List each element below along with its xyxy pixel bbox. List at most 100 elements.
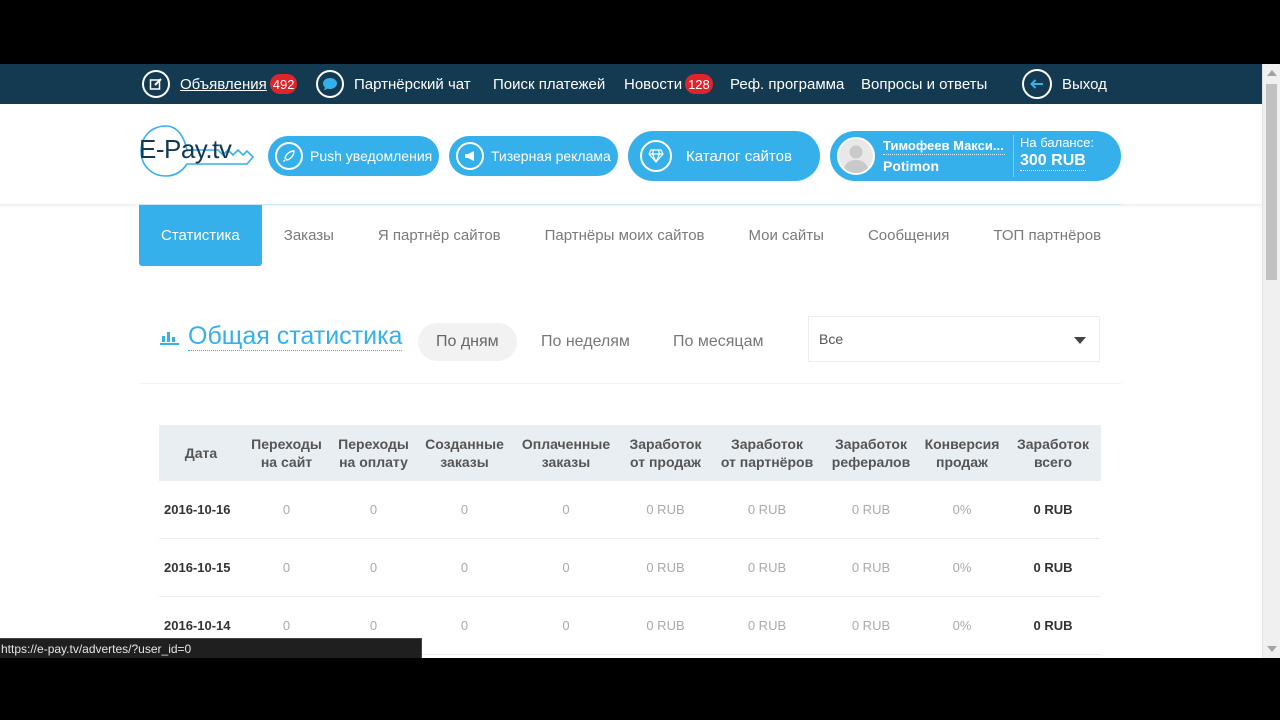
date-cell: 2016-10-15 <box>159 538 243 597</box>
main-tabs: Статистика Заказы Я партнёр сайтов Партн… <box>139 205 1123 266</box>
browser-status-bar: https://e-pay.tv/advertes/?user_id=0 <box>0 638 422 658</box>
value-cell: 0% <box>919 481 1005 539</box>
user-name[interactable]: Тимофеев Макси... <box>883 138 1005 155</box>
value-cell: 0 RUB <box>711 596 823 655</box>
bar-chart-icon <box>160 331 179 345</box>
site-filter-value: Все <box>819 331 844 347</box>
value-cell: 0 RUB <box>823 596 919 655</box>
vertical-scrollbar[interactable] <box>1262 64 1280 658</box>
value-cell: 0 RUB <box>823 481 919 539</box>
date-cell: 2016-10-16 <box>159 481 243 539</box>
nav-item-payment-search[interactable]: Поиск платежей <box>493 64 605 104</box>
nav-news-label: Новости <box>624 75 683 93</box>
ads-count-badge: 492 <box>269 74 298 94</box>
site-catalog-button[interactable]: Каталог сайтов <box>628 131 820 181</box>
period-by-days[interactable]: По дням <box>418 323 517 361</box>
teaser-ads-button[interactable]: Тизерная реклама <box>449 136 618 176</box>
user-silhouette-icon <box>839 139 873 173</box>
value-cell: 0 <box>243 538 330 597</box>
stats-table: Дата Переходы на сайт Переходы на оплату Созд… <box>159 425 1101 655</box>
value-cell: 0 RUB <box>620 538 711 597</box>
tab-statistics[interactable]: Статистика <box>139 205 262 266</box>
value-cell: 0 <box>417 538 512 597</box>
table-row: 2016-10-15 0 0 0 0 0 RUB 0 RUB 0 RUB 0% 0 RUB <box>159 538 1101 597</box>
megaphone-icon <box>456 142 484 170</box>
column-header: Заработок от продаж <box>620 425 711 481</box>
column-header: Переходы на оплату <box>330 425 417 481</box>
scroll-up-arrow-icon[interactable] <box>1267 70 1277 76</box>
tab-my-site-partners[interactable]: Партнёры моих сайтов <box>523 205 727 266</box>
user-login: Potimon <box>883 158 939 174</box>
avatar <box>837 137 875 175</box>
total-cell: 0 RUB <box>1005 538 1101 597</box>
value-cell: 0 RUB <box>620 596 711 655</box>
column-header-line: заказы <box>440 454 489 470</box>
column-header-line: Заработок <box>835 436 907 452</box>
epay-logo[interactable]: E-Pay.tv <box>139 124 255 178</box>
total-cell: 0 RUB <box>1005 596 1101 655</box>
stats-title[interactable]: Общая статистика <box>188 322 403 351</box>
site-filter-select[interactable]: Все <box>808 316 1100 362</box>
nav-item-ads[interactable]: Объявления 492 <box>142 64 298 104</box>
column-header: Конверсия продаж <box>919 425 1005 481</box>
tab-site-partner[interactable]: Я партнёр сайтов <box>356 205 523 266</box>
balance-block[interactable]: На балансе: 300 RUB <box>1013 135 1094 177</box>
column-header-line: Заработок <box>731 436 803 452</box>
site-catalog-label: Каталог сайтов <box>686 147 792 165</box>
column-header-line: всего <box>1033 454 1073 470</box>
value-cell: 0% <box>919 596 1005 655</box>
top-navigation: Объявления 492 Партнёрский чат Поиск пла… <box>0 64 1262 104</box>
tab-orders[interactable]: Заказы <box>262 205 356 266</box>
column-header-line: продаж <box>936 454 988 470</box>
nav-item-ref-program[interactable]: Реф. программа <box>730 64 844 104</box>
nav-item-logout[interactable]: Выход <box>1022 64 1107 104</box>
value-cell: 0 RUB <box>823 538 919 597</box>
column-header-line: Оплаченные <box>521 436 611 452</box>
nav-item-faq[interactable]: Вопросы и ответы <box>861 64 987 104</box>
push-notifications-button[interactable]: Push уведомления <box>268 136 439 176</box>
column-header-line: Конверсия <box>924 436 1000 452</box>
period-by-weeks[interactable]: По неделям <box>541 323 630 361</box>
teaser-ads-label: Тизерная реклама <box>491 148 611 164</box>
period-by-months[interactable]: По месяцам <box>673 323 763 361</box>
tab-my-sites[interactable]: Мои сайты <box>727 205 846 266</box>
browser-viewport: Объявления 492 Партнёрский чат Поиск пла… <box>0 64 1280 658</box>
section-divider <box>139 383 1121 384</box>
column-header-line: Заработок <box>1017 436 1089 452</box>
nav-item-news[interactable]: Новости 128 <box>624 64 713 104</box>
column-header-line: Заработок <box>629 436 702 452</box>
column-header: Переходы на сайт <box>243 425 330 481</box>
table-header-row: Дата Переходы на сайт Переходы на оплату Созд… <box>159 425 1101 481</box>
logo-text: E-Pay.tv <box>139 134 232 164</box>
logout-arrow-icon <box>1022 69 1052 99</box>
value-cell: 0 RUB <box>711 538 823 597</box>
column-header-line: Дата <box>184 445 218 461</box>
user-profile-block[interactable]: Тимофеев Макси... Potimon На балансе: 30… <box>830 131 1121 181</box>
column-header-line: от продаж <box>630 454 701 470</box>
nav-item-partner-chat[interactable]: Партнёрский чат <box>316 64 471 104</box>
value-cell: 0 <box>417 596 512 655</box>
column-header-line: заказы <box>541 454 591 470</box>
news-count-badge: 128 <box>685 74 713 94</box>
nav-ref-program-label: Реф. программа <box>730 75 845 93</box>
rocket-icon <box>275 142 303 170</box>
tab-messages[interactable]: Сообщения <box>846 205 971 266</box>
value-cell: 0% <box>919 538 1005 597</box>
scroll-down-arrow-icon[interactable] <box>1267 646 1277 652</box>
balance-value: 300 RUB <box>1020 152 1086 171</box>
scrollbar-thumb[interactable] <box>1266 84 1277 280</box>
value-cell: 0 <box>330 481 417 539</box>
nav-ads-label: Объявления <box>180 75 267 93</box>
column-header: Заработок от партнёров <box>711 425 823 481</box>
nav-payment-search-label: Поиск платежей <box>493 75 606 93</box>
status-url: https://e-pay.tv/advertes/?user_id=0 <box>1 642 192 656</box>
nav-faq-label: Вопросы и ответы <box>861 75 988 93</box>
chevron-down-icon <box>1074 337 1086 344</box>
tab-top-partners[interactable]: ТОП партнёров <box>971 205 1123 266</box>
column-header: Дата <box>159 425 243 481</box>
edit-icon <box>142 70 170 98</box>
column-header: Заработок всего <box>1005 425 1101 481</box>
column-header-line: на оплату <box>339 454 408 470</box>
column-header-line: Переходы <box>251 436 322 452</box>
value-cell: 0 RUB <box>711 481 823 539</box>
